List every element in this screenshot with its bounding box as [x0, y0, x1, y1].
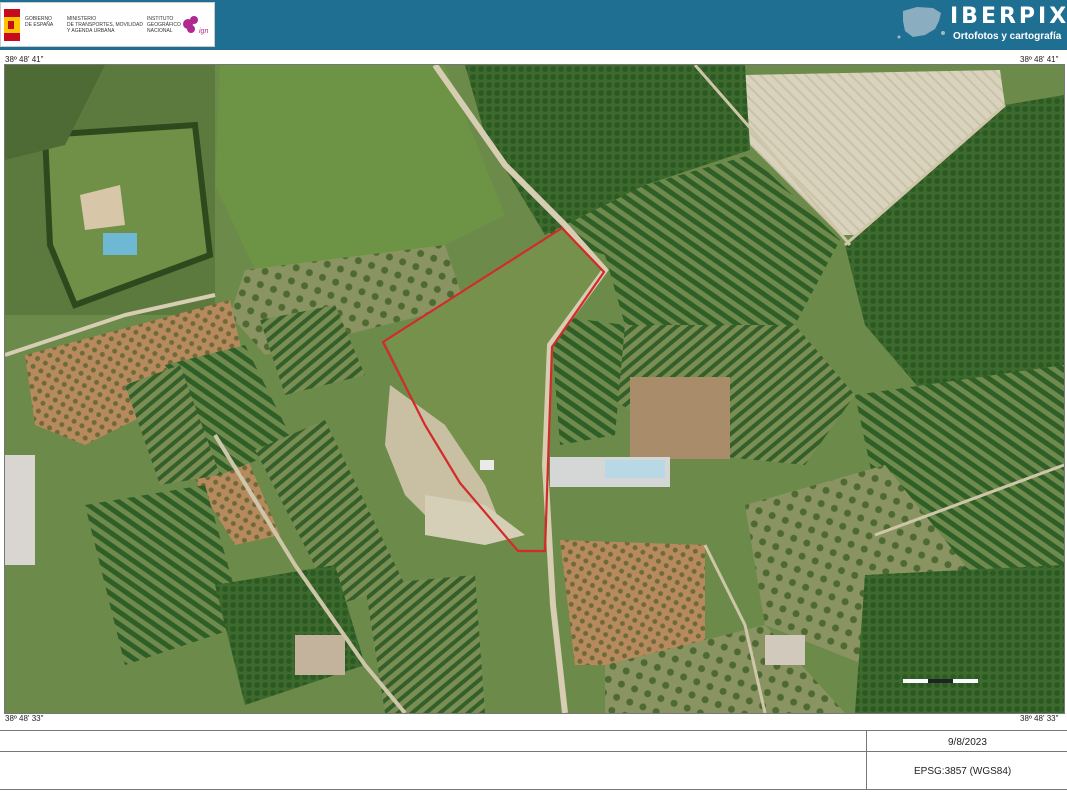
footer-divider — [0, 751, 1067, 752]
coordinate-bottom-left: 38º 48' 33" — [5, 714, 44, 723]
iberia-map-icon — [897, 7, 945, 39]
svg-text:ign: ign — [199, 28, 208, 35]
coordinate-top-right: 38º 48' 41" — [1020, 55, 1059, 64]
coordinate-bottom-right: 38º 48' 33" — [1020, 714, 1059, 723]
gov-line: Y AGENDA URBANA — [67, 28, 115, 34]
footer-column-divider — [866, 731, 867, 789]
projection-label: EPSG:3857 (WGS84) — [914, 766, 1012, 777]
capture-date: 9/8/2023 — [948, 737, 987, 748]
orthophoto — [5, 65, 1064, 713]
map-viewport[interactable] — [4, 64, 1065, 714]
footer: 9/8/2023 EPSG:3857 (WGS84) — [0, 730, 1067, 790]
gov-line: DE ESPAÑA — [25, 22, 54, 28]
scale-bar — [903, 679, 978, 683]
government-logo: GOBIERNO DE ESPAÑA MINISTERIO DE TRANSPO… — [0, 2, 215, 47]
gov-line: NACIONAL — [147, 28, 173, 34]
coordinate-top-left: 38º 48' 41" — [5, 55, 44, 64]
header-bar: GOBIERNO DE ESPAÑA MINISTERIO DE TRANSPO… — [0, 0, 1067, 50]
ign-logo-icon: ign — [183, 16, 208, 35]
app-title: IBERPIX — [950, 4, 1067, 29]
coat-of-arms-icon — [4, 9, 20, 41]
app-subtitle: Ortofotos y cartografía — [953, 31, 1062, 42]
